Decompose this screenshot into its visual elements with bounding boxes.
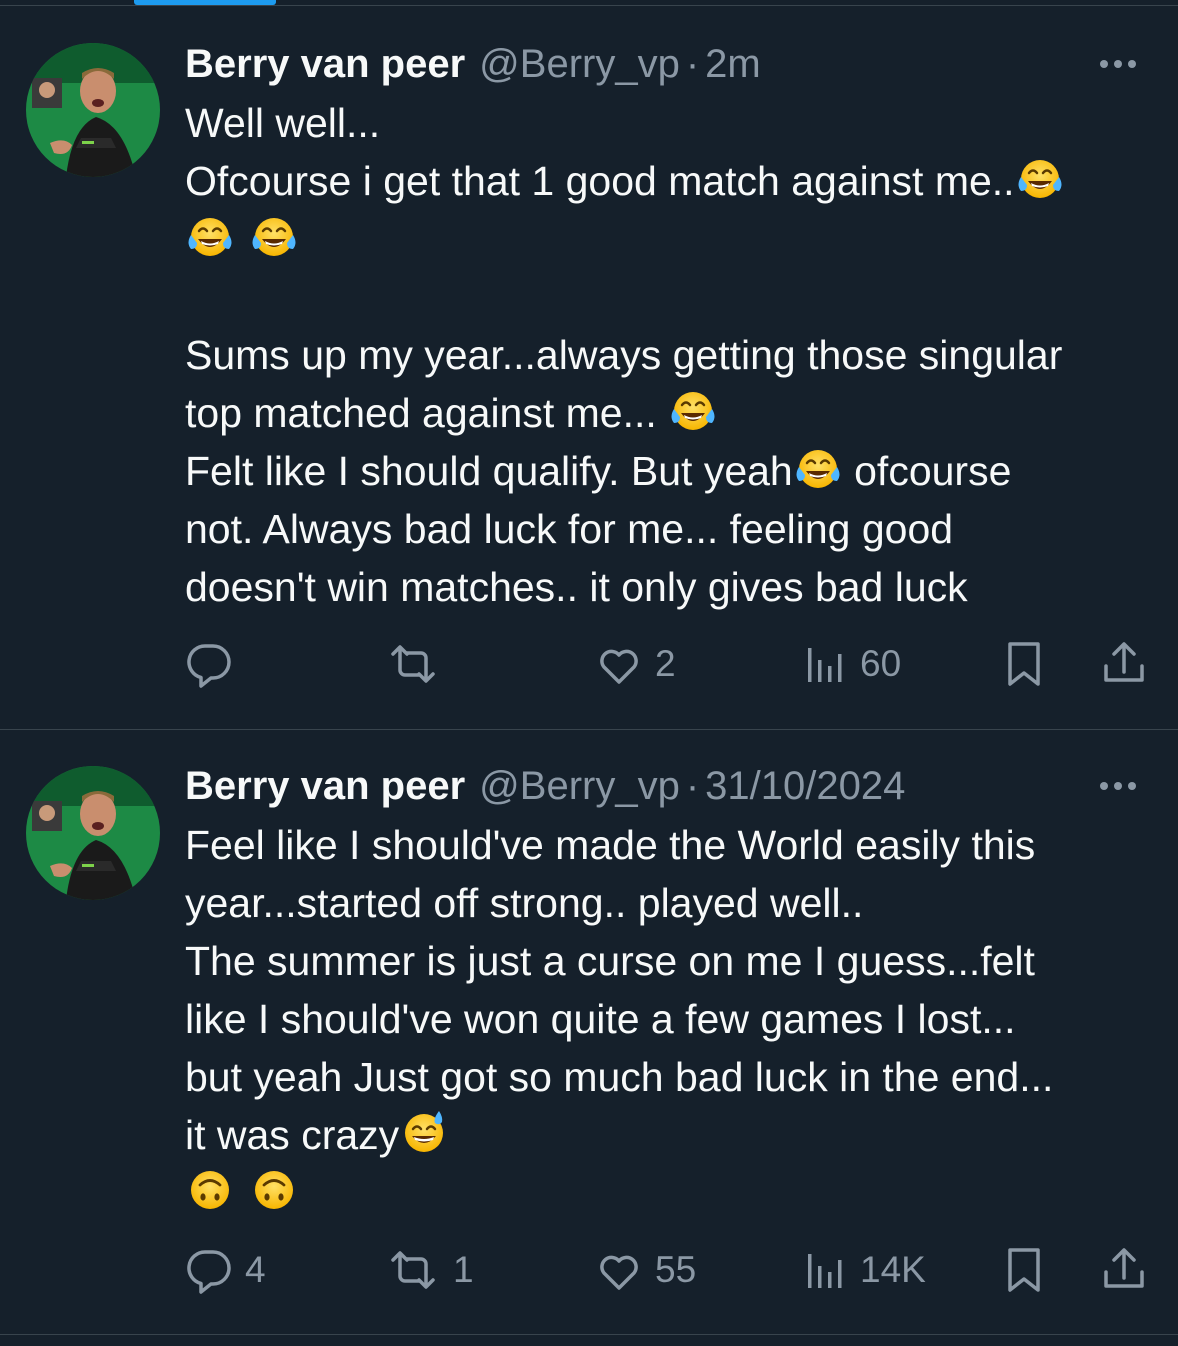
reply-count: 4 [245, 1249, 266, 1290]
avatar[interactable] [26, 766, 160, 900]
timestamp[interactable]: 2m [705, 42, 761, 86]
tweet-line: Ofcourse i get that 1 good match against… [185, 152, 1160, 210]
tweet-header: Berry van peer @Berry_vp · 2m [185, 39, 761, 89]
grinning-face-with-sweat-icon [399, 1107, 449, 1157]
tweet-line: Feel like I should've made the World eas… [185, 822, 1036, 868]
share-button[interactable] [1100, 1240, 1148, 1300]
face-with-tears-of-joy-icon [185, 211, 235, 261]
tweet-header: Berry van peer @Berry_vp · 31/10/2024 [185, 761, 905, 811]
tweet-line: year...started off strong.. played well.… [185, 880, 864, 926]
tweet[interactable]: Berry van peer @Berry_vp · 2m Well well... … [0, 6, 1178, 729]
upside-down-face-icon [249, 1165, 299, 1215]
tweet-line: it was crazy [185, 1106, 1160, 1164]
timestamp[interactable]: 31/10/2024 [705, 764, 905, 808]
tweet-line [185, 210, 1160, 268]
more-options-button[interactable] [1100, 54, 1150, 74]
tweet-line [185, 1164, 1160, 1222]
heart-icon [595, 1246, 643, 1294]
like-button[interactable]: 2 [595, 634, 676, 694]
face-with-tears-of-joy-icon [793, 443, 843, 493]
separator-dot: · [685, 764, 700, 808]
retweet-button[interactable]: 1 [385, 1240, 474, 1300]
upside-down-face-icon [185, 1165, 235, 1215]
share-button[interactable] [1100, 634, 1148, 694]
views-icon [800, 1246, 848, 1294]
share-icon [1100, 1246, 1148, 1294]
tweet-line: like I should've won quite a few games I… [185, 996, 1016, 1042]
bookmark-icon [1000, 640, 1048, 688]
like-count: 2 [655, 643, 676, 684]
tweet-text: Feel like I should've made the World eas… [185, 816, 1160, 1222]
display-name[interactable]: Berry van peer [185, 42, 465, 86]
display-name[interactable]: Berry van peer [185, 764, 465, 808]
like-count: 55 [655, 1249, 697, 1290]
more-icon [1100, 60, 1136, 68]
like-button[interactable]: 55 [595, 1240, 696, 1300]
heart-icon [595, 640, 643, 688]
share-icon [1100, 640, 1148, 688]
more-icon [1100, 782, 1136, 790]
face-with-tears-of-joy-icon [1015, 153, 1065, 203]
action-bar: 2 60 [185, 634, 1150, 694]
bookmark-icon [1000, 1246, 1048, 1294]
views-button[interactable]: 60 [800, 634, 901, 694]
tweet-line: The summer is just a curse on me I guess… [185, 938, 1035, 984]
view-count: 14K [860, 1249, 926, 1290]
more-options-button[interactable] [1100, 776, 1150, 796]
retweet-button[interactable] [385, 634, 453, 694]
tweet-line: not. Always bad luck for me... feeling g… [185, 506, 954, 552]
separator-dot: · [685, 42, 700, 86]
tweet-line: Sums up my year...always getting those s… [185, 332, 1063, 378]
tweet-line: Well well... [185, 100, 381, 146]
tweet-line: but yeah Just got so much bad luck in th… [185, 1054, 1054, 1100]
tweet-text: Well well... Ofcourse i get that 1 good … [185, 94, 1160, 616]
retweet-icon [385, 1246, 441, 1294]
view-count: 60 [860, 643, 902, 684]
handle[interactable]: @Berry_vp [479, 764, 680, 808]
tweet-line: Felt like I should qualify. But yeah ofc… [185, 442, 1160, 500]
action-bar: 4 1 55 14K [185, 1240, 1150, 1300]
bookmark-button[interactable] [1000, 634, 1048, 694]
views-button[interactable]: 14K [800, 1240, 926, 1300]
avatar[interactable] [26, 43, 160, 177]
face-with-tears-of-joy-icon [668, 385, 718, 435]
retweet-count: 1 [453, 1249, 474, 1290]
retweet-icon [385, 640, 441, 688]
views-icon [800, 640, 848, 688]
tweet[interactable]: Berry van peer @Berry_vp · 31/10/2024 Feel … [0, 730, 1178, 1334]
reply-icon [185, 1246, 233, 1294]
reply-button[interactable]: 4 [185, 1240, 266, 1300]
handle[interactable]: @Berry_vp [479, 42, 680, 86]
face-with-tears-of-joy-icon [249, 211, 299, 261]
reply-icon [185, 640, 233, 688]
tweet-divider [0, 1334, 1178, 1335]
tweet-line: doesn't win matches.. it only gives bad … [185, 564, 968, 610]
tweet-line: top matched against me... [185, 384, 1160, 442]
bookmark-button[interactable] [1000, 1240, 1048, 1300]
reply-button[interactable] [185, 634, 245, 694]
